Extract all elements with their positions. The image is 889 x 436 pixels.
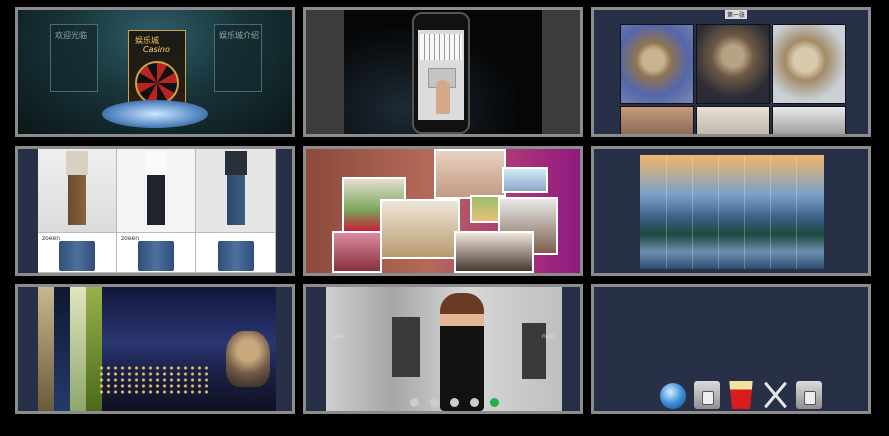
gallery-tile-slider[interactable]: prev next — [303, 284, 583, 414]
collage-photo[interactable] — [332, 231, 382, 273]
folder-icon[interactable] — [796, 381, 822, 409]
casino-main-card[interactable]: 娱乐城 Casino — [128, 30, 186, 108]
city-lights — [98, 365, 208, 395]
slide-dot-active[interactable] — [490, 398, 500, 407]
cat-photo — [226, 331, 270, 387]
slide-dots — [410, 392, 505, 411]
product-cell[interactable] — [196, 233, 276, 273]
slice-divider — [744, 155, 771, 269]
slice-divider — [692, 155, 719, 269]
jeans-grid: zoeen zoeen — [38, 149, 276, 273]
gallery-tile-jeans[interactable]: zoeen zoeen — [15, 146, 295, 276]
keyboard-image — [420, 34, 462, 60]
landscape-image — [640, 155, 824, 269]
model-cell[interactable] — [196, 149, 276, 233]
collage-photo[interactable] — [454, 231, 534, 273]
product-cell[interactable]: zoeen — [38, 233, 117, 273]
gallery-tile-cats[interactable]: 第一张 — [591, 7, 871, 137]
casino-left-card[interactable]: 欢迎光临 — [50, 24, 98, 92]
model-jeans — [226, 175, 245, 225]
jeans-image — [138, 241, 174, 271]
gallery-tile-dock[interactable] — [591, 284, 871, 414]
cat-photo[interactable] — [696, 24, 770, 104]
cat-photo[interactable] — [772, 106, 846, 134]
gallery-tile-night[interactable] — [15, 284, 295, 414]
slide-chip: 第一张 — [725, 10, 748, 19]
slice-divider — [666, 155, 693, 269]
model-jeans — [147, 175, 165, 225]
cat-photo[interactable] — [772, 24, 846, 104]
slide-dot[interactable] — [410, 398, 419, 407]
slide-dot[interactable] — [470, 398, 480, 407]
left-card-label: 欢迎光临 — [55, 31, 87, 40]
product-label: zoeen — [121, 235, 140, 242]
slide-dot[interactable] — [450, 398, 460, 407]
casino-right-card[interactable]: 娱乐城介绍 — [214, 24, 262, 92]
collage-photo[interactable] — [502, 167, 548, 193]
product-cell[interactable]: zoeen — [117, 233, 196, 273]
phone-image — [412, 12, 470, 134]
slice-divider — [718, 155, 745, 269]
gallery-tile-phone[interactable] — [303, 7, 583, 137]
safari-icon[interactable] — [660, 383, 686, 409]
collage-photo[interactable] — [380, 199, 460, 259]
tools-icon[interactable] — [762, 381, 788, 409]
window-image — [392, 317, 420, 377]
slice-divider — [770, 155, 797, 269]
product-label: zoeen — [42, 235, 61, 242]
gallery-tile-casino[interactable]: 欢迎光临 娱乐城介绍 娱乐城 Casino — [15, 7, 295, 137]
model-cell[interactable] — [117, 149, 196, 233]
popcorn-icon[interactable] — [729, 381, 753, 409]
dock-bar — [660, 381, 822, 411]
cat-photo[interactable] — [696, 106, 770, 134]
window-image — [522, 323, 546, 379]
accordion-strip[interactable] — [38, 287, 54, 411]
finger-image — [436, 80, 450, 114]
phone-screen — [418, 30, 464, 120]
roulette-wheel-icon — [135, 61, 179, 105]
night-city-image — [38, 287, 276, 411]
gallery-tile-collage[interactable] — [303, 146, 583, 276]
next-button[interactable]: next — [542, 333, 555, 340]
cat-photo[interactable] — [620, 24, 694, 104]
jeans-image — [59, 241, 95, 271]
jeans-image — [217, 241, 254, 271]
folder-icon[interactable] — [694, 381, 720, 409]
collage-photo[interactable] — [434, 149, 506, 199]
pedestal-image — [102, 100, 208, 128]
cat-photo[interactable] — [620, 106, 694, 134]
right-card-label: 娱乐城介绍 — [219, 31, 259, 40]
slice-divider — [796, 155, 823, 269]
model-jeans — [68, 175, 86, 225]
model-shirt — [145, 151, 167, 175]
brand-subtitle: Casino — [143, 45, 170, 54]
model-shirt — [224, 151, 247, 175]
prev-button[interactable]: prev — [332, 333, 345, 340]
accordion-strip[interactable] — [54, 287, 70, 411]
model-cell[interactable] — [38, 149, 117, 233]
accordion-strip[interactable] — [70, 287, 86, 411]
model-shirt — [66, 151, 88, 175]
slide-dot[interactable] — [430, 398, 440, 407]
gallery-tile-landscape[interactable] — [591, 146, 871, 276]
